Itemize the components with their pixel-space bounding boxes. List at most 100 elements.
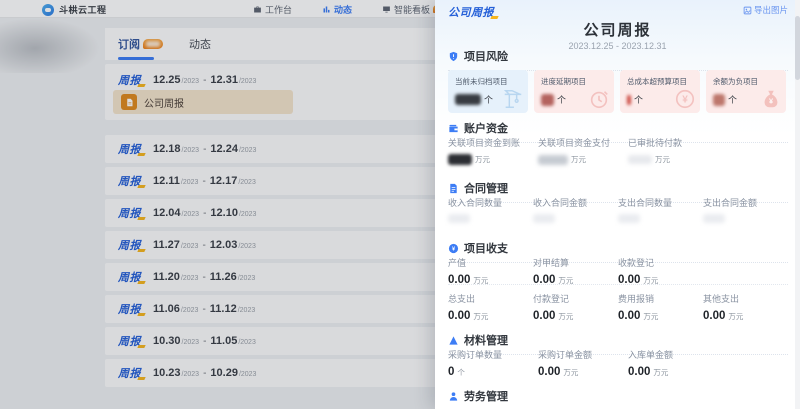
stat-unit: 万元 (563, 367, 578, 378)
activity-icon (322, 5, 331, 14)
stat-unit: 万元 (655, 154, 670, 165)
weekly-badge: 周报 (118, 72, 141, 88)
stat-label: 付款登记 (533, 292, 618, 305)
stat-income-contract-count: 收入合同数量 (448, 196, 533, 223)
date-end: 12.31 (210, 74, 238, 86)
date-end-year: /2023 (239, 147, 257, 154)
date-start: 12.25 (153, 74, 181, 86)
nav-label: 动态 (334, 3, 352, 16)
stat-funds-paid: 关联项目资金支付 万元 (538, 136, 628, 165)
app-name: 斗栱云工程 (59, 3, 107, 16)
stat-payment-registration: 付款登记 0.00万元 (533, 292, 618, 322)
date-start: 12.18 (153, 143, 181, 155)
redacted-value (448, 154, 472, 165)
date-dash: - (203, 144, 206, 155)
weekly-badge: 周报 (118, 173, 141, 189)
date-end: 12.24 (210, 143, 238, 155)
date-dash: - (202, 240, 205, 251)
weekly-report-panel: 公司周报 导出图片 公司周报 2023.12.25 - 2023.12.31 项… (435, 0, 800, 409)
stat-label: 收款登记 (618, 256, 703, 269)
weekly-badge: 周报 (118, 141, 141, 157)
person-icon (448, 391, 459, 402)
stat-expense-contract-amount: 支出合同金额 (703, 196, 788, 223)
contract-stats: 收入合同数量 收入合同金额 支出合同数量 支出合同金额 (448, 196, 788, 223)
stat-label: 费用报销 (618, 292, 703, 305)
stat-unit: 万元 (643, 311, 658, 322)
date-end-year: /2023 (238, 243, 256, 250)
date-start-year: /2023 (181, 243, 199, 250)
app-logo[interactable]: 斗栱云工程 (42, 3, 107, 16)
weekly-badge: 周报 (118, 269, 141, 285)
risk-card-label: 当前未归档项目 (455, 76, 521, 87)
date-end: 12.10 (210, 207, 238, 219)
section-labor: 劳务管理 (448, 388, 788, 409)
stat-label: 收入合同数量 (448, 196, 533, 209)
briefcase-icon (253, 5, 262, 14)
stat-unit: 万元 (728, 311, 743, 322)
date-start-year: /2023 (181, 307, 199, 314)
redacted-value (538, 155, 568, 165)
redacted-value (533, 214, 555, 223)
risk-card-label: 余额为负项目 (713, 76, 779, 87)
stat-label: 采购订单数量 (448, 348, 538, 361)
stat-label: 支出合同数量 (618, 196, 703, 209)
stat-value: 0.00 (618, 310, 640, 322)
tab-feed[interactable]: 动态 (189, 30, 211, 60)
risk-unit: 个 (484, 93, 493, 106)
date-end: 12.03 (210, 239, 238, 251)
risk-unit: 个 (728, 93, 737, 106)
stat-total-expense: 总支出 0.00万元 (448, 292, 533, 322)
date-start-year: /2023 (182, 371, 200, 378)
date-dash: - (202, 304, 205, 315)
contract-icon (448, 183, 459, 194)
risk-card-over-budget: 总成本超预算项目 个 ¥ (620, 70, 700, 113)
date-start: 11.06 (153, 303, 180, 315)
section-project-risk: 项目风险 (448, 48, 788, 71)
report-doc-icon (121, 94, 137, 110)
nav-item-feed[interactable]: 动态 (322, 3, 352, 16)
funds-stats: 关联项目资金到账 万元 关联项目资金支付 万元 已审批待付款 万元 (448, 136, 718, 165)
clock-icon (588, 88, 610, 110)
income-expense-icon: ¥ (448, 243, 459, 254)
selected-report-item[interactable]: 公司周报 (113, 90, 293, 114)
stat-unit: 万元 (473, 311, 488, 322)
tab-label: 订阅 (118, 36, 140, 52)
income-row2: 总支出 0.00万元 付款登记 0.00万元 费用报销 0.00万元 其他支出 … (448, 292, 788, 322)
date-end-year: /2023 (238, 179, 256, 186)
background-photo (0, 18, 100, 73)
date-dash: - (202, 272, 205, 283)
date-dash: - (202, 176, 205, 187)
weekly-badge: 周报 (118, 205, 141, 221)
date-end-year: /2023 (238, 275, 256, 282)
stat-value: 0.00 (628, 366, 650, 378)
scrollbar-thumb[interactable] (795, 16, 800, 80)
date-start: 11.27 (153, 239, 180, 251)
tab-subscribe[interactable]: 订阅 (118, 30, 163, 60)
date-end-year: /2023 (238, 339, 256, 346)
top-nav: 工作台 动态 智能看板 (253, 0, 449, 18)
section-title: 账户资金 (464, 120, 508, 136)
redacted-value (627, 95, 631, 105)
redacted-value (455, 94, 481, 105)
date-start-year: /2023 (182, 211, 200, 218)
section-title: 项目风险 (464, 48, 508, 64)
nav-item-workbench[interactable]: 工作台 (253, 3, 292, 16)
export-image-icon (743, 6, 752, 15)
risk-unit: 个 (634, 93, 643, 106)
stat-unit: 万元 (571, 154, 586, 165)
date-range: 12.25 /2023 - 12.31 /2023 (153, 74, 256, 86)
stat-purchase-order-count: 采购订单数量 0个 (448, 348, 538, 378)
panel-scrollbar[interactable] (795, 0, 800, 409)
divider (448, 284, 788, 285)
stat-other-expense: 其他支出 0.00万元 (703, 292, 788, 322)
redacted-value (703, 214, 725, 223)
app-logo-icon (42, 4, 54, 16)
stat-label: 其他支出 (703, 292, 788, 305)
date-dash: - (203, 208, 206, 219)
stat-funds-received: 关联项目资金到账 万元 (448, 136, 538, 165)
export-image-button[interactable]: 导出图片 (743, 4, 788, 16)
stat-label: 支出合同金额 (703, 196, 788, 209)
stat-purchase-order-amount: 采购订单金额 0.00万元 (538, 348, 628, 378)
monitor-icon (382, 5, 391, 14)
stat-party-a-settlement: 对甲结算 0.00万元 (533, 256, 618, 286)
